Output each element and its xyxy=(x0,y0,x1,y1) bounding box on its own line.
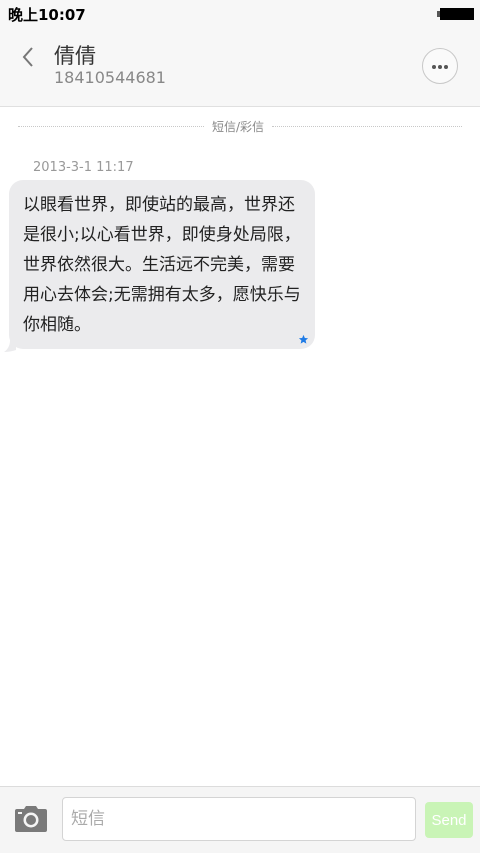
status-bar: 晚上10:07 xyxy=(0,0,480,28)
message-text: 以眼看世界，即使站的最高，世界还是很小;以心看世界，即使身处局限，世界依然很大。… xyxy=(23,195,301,335)
send-button[interactable]: Send xyxy=(425,802,473,838)
message-input[interactable] xyxy=(62,797,416,841)
camera-button[interactable] xyxy=(14,805,48,833)
conversation-header: 倩倩 18410544681 xyxy=(0,28,480,107)
message-bubble[interactable]: 以眼看世界，即使站的最高，世界还是很小;以心看世界，即使身处局限，世界依然很大。… xyxy=(9,180,315,349)
divider-line xyxy=(18,126,204,127)
contact-name: 倩倩 xyxy=(54,44,96,68)
battery-icon xyxy=(437,8,474,20)
more-options-button[interactable] xyxy=(422,48,458,84)
more-dot xyxy=(438,65,442,69)
divider-line xyxy=(272,126,462,127)
sms-conversation-screen: 晚上10:07 倩倩 18410544681 短信/彩信 2013-3-1 11… xyxy=(0,0,480,853)
chevron-left-icon xyxy=(22,47,33,67)
battery-tip xyxy=(437,11,440,17)
more-dot xyxy=(444,65,448,69)
more-dot xyxy=(432,65,436,69)
contact-number: 18410544681 xyxy=(54,68,166,87)
status-time: 晚上10:07 xyxy=(8,6,86,24)
back-button[interactable] xyxy=(12,40,46,74)
star-icon xyxy=(298,334,309,344)
channel-label: 短信/彩信 xyxy=(212,120,265,134)
composer-bar: Send xyxy=(0,786,480,853)
message-timestamp: 2013-3-1 11:17 xyxy=(33,160,134,175)
channel-divider: 短信/彩信 xyxy=(18,118,462,134)
camera-icon xyxy=(15,806,47,832)
